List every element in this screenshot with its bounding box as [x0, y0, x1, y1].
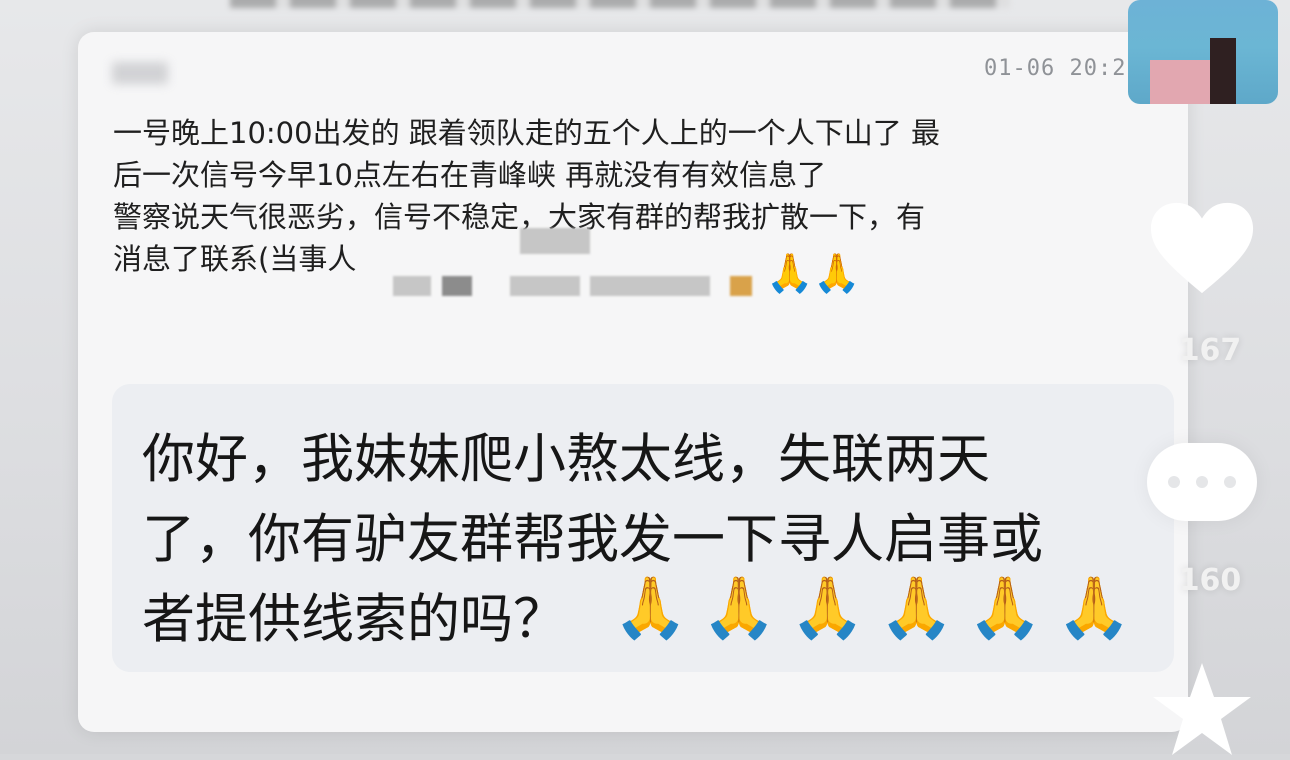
post-line-2: 后一次信号今早10点左右在青峰峡 再就没有有效信息了: [113, 158, 827, 192]
blurred-top-text: [230, 0, 1010, 8]
favorite-button[interactable]: [1147, 660, 1257, 760]
avatar-dark-block: [1210, 38, 1236, 104]
post-body: 一号晚上10:00出发的 跟着领队走的五个人上的一个人下山了 最 后一次信号今早…: [113, 112, 1113, 280]
heart-icon: [1150, 202, 1254, 294]
comment-button[interactable]: [1147, 432, 1257, 532]
pray-emoji-small: 🙏🙏: [766, 251, 861, 295]
avatar[interactable]: [1128, 0, 1278, 104]
post-timestamp: 01-06 20:2: [984, 56, 1127, 81]
post-line-3: 警察说天气很恶劣，信号不稳定，大家有群的帮我扩散一下，有: [113, 200, 926, 234]
redacted-block: [590, 276, 710, 296]
redacted-block: [730, 276, 752, 296]
reply-line-1: 你好，我妹妹爬小熬太线，失联两天: [142, 429, 990, 490]
redacted-block: [520, 228, 590, 254]
like-button[interactable]: [1147, 198, 1257, 298]
star-icon: [1153, 663, 1251, 755]
redacted-block: [393, 276, 431, 296]
comment-icon: [1147, 443, 1257, 521]
reply-line-2: 了，你有驴友群帮我发一下寻人启事或: [142, 509, 1043, 570]
pray-emoji-row: 🙏🙏🙏🙏🙏🙏: [613, 573, 1146, 643]
post-line-1: 一号晚上10:00出发的 跟着领队走的五个人上的一个人下山了 最: [113, 116, 941, 150]
redacted-block: [442, 276, 472, 296]
comment-count: 160: [1178, 563, 1242, 598]
blurred-username: [112, 62, 168, 84]
post-line-4-text: 消息了联系(当事人: [113, 242, 357, 276]
redacted-block: [510, 276, 580, 296]
post-line-4: 消息了联系(当事人: [113, 238, 1113, 280]
like-count: 167: [1178, 333, 1242, 368]
